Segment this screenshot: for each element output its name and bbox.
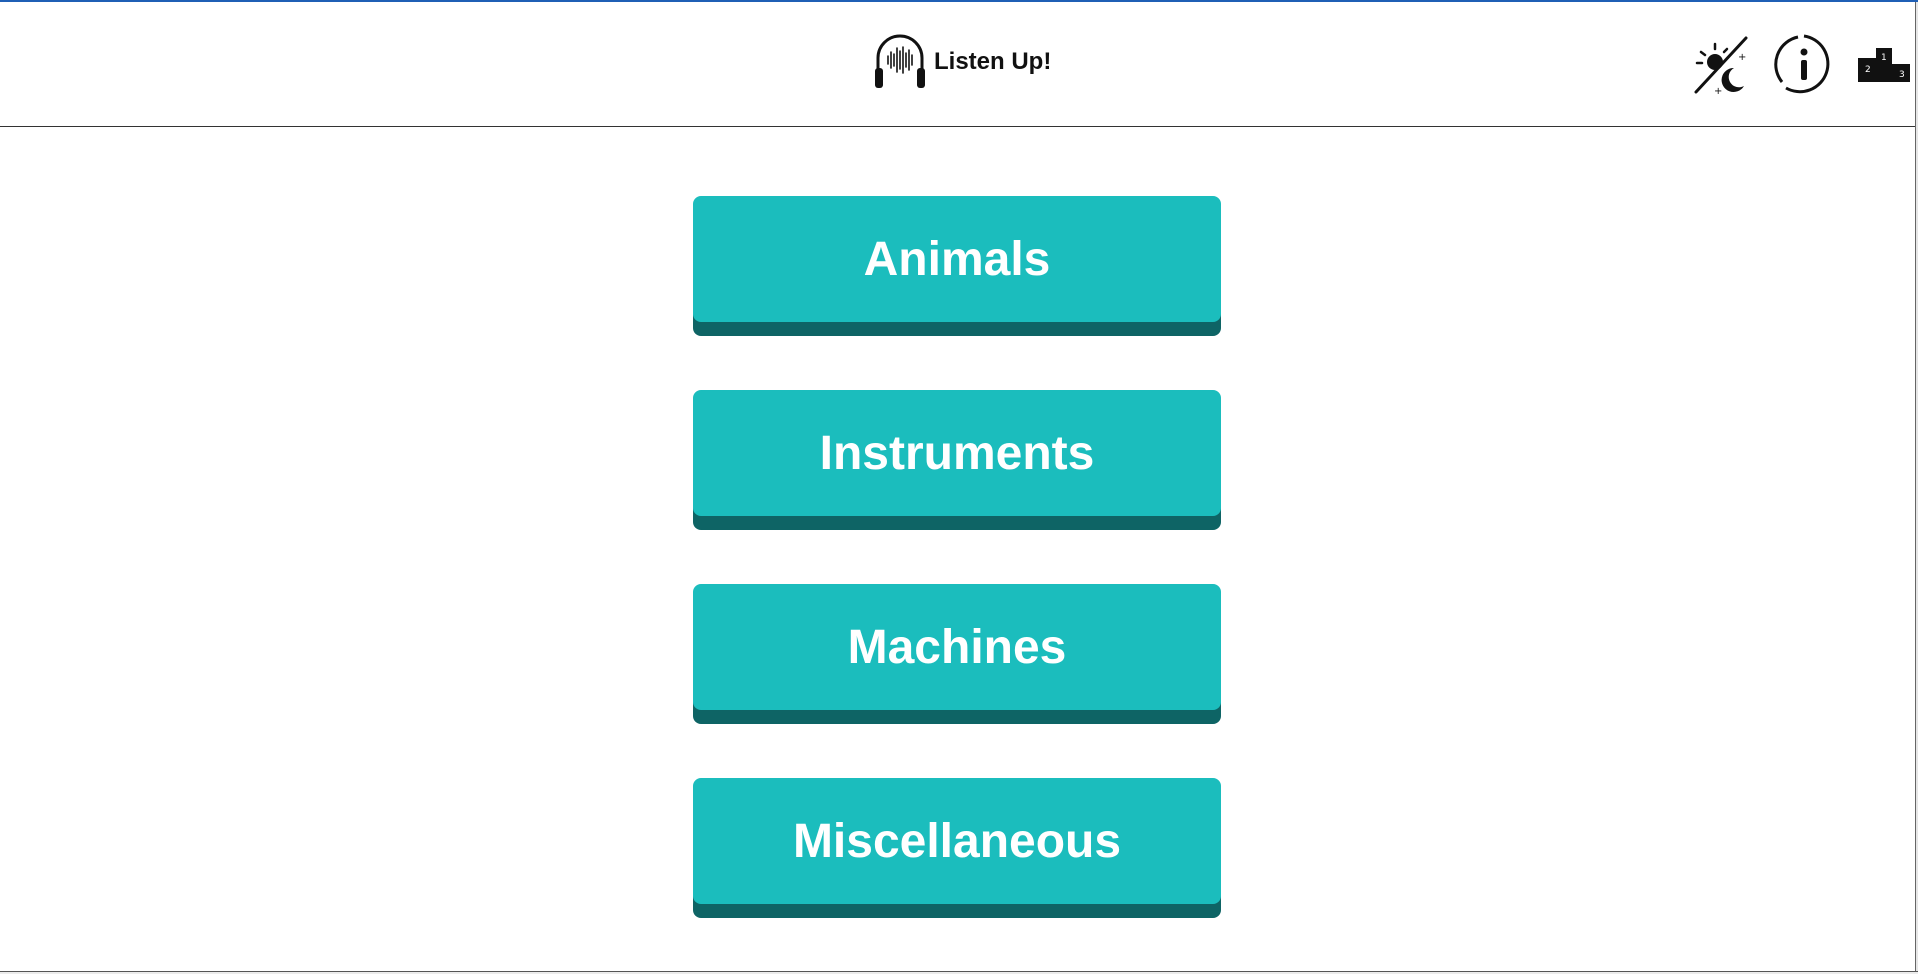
theme-toggle-button[interactable]: + +	[1688, 32, 1752, 96]
podium-icon: 2 1 3	[1858, 48, 1910, 82]
app-title: Listen Up!	[934, 48, 1052, 75]
category-label: Animals	[863, 232, 1051, 286]
button-face: Instruments	[693, 390, 1221, 516]
category-button-animals[interactable]: Animals	[693, 196, 1221, 336]
svg-text:+: +	[1714, 86, 1722, 96]
category-label: Instruments	[819, 426, 1095, 480]
category-label: Machines	[847, 620, 1067, 674]
button-face: Machines	[693, 584, 1221, 710]
sun-moon-icon: + +	[1694, 36, 1748, 96]
button-face: Miscellaneous	[693, 778, 1221, 904]
podium-label-first: 1	[1881, 53, 1887, 63]
podium-label-third: 3	[1899, 70, 1905, 80]
info-button[interactable]	[1772, 32, 1836, 96]
category-label: Miscellaneous	[792, 814, 1122, 868]
app-header: Listen Up! + + 2 1 3	[0, 2, 1916, 127]
category-button-instruments[interactable]: Instruments	[693, 390, 1221, 530]
info-icon	[1774, 34, 1830, 94]
leaderboard-button[interactable]: 2 1 3	[1852, 32, 1916, 96]
button-face: Animals	[693, 196, 1221, 322]
headphones-soundwave-icon	[875, 34, 925, 88]
category-button-machines[interactable]: Machines	[693, 584, 1221, 724]
podium-label-second: 2	[1865, 65, 1871, 75]
svg-text:+: +	[1738, 52, 1746, 63]
app-page: Listen Up! + + 2 1 3 Animals Instruments…	[0, 0, 1918, 974]
category-button-miscellaneous[interactable]: Miscellaneous	[693, 778, 1221, 918]
category-menu: Animals Instruments Machines Miscellaneo…	[693, 196, 1221, 972]
brand: Listen Up!	[872, 30, 1051, 94]
